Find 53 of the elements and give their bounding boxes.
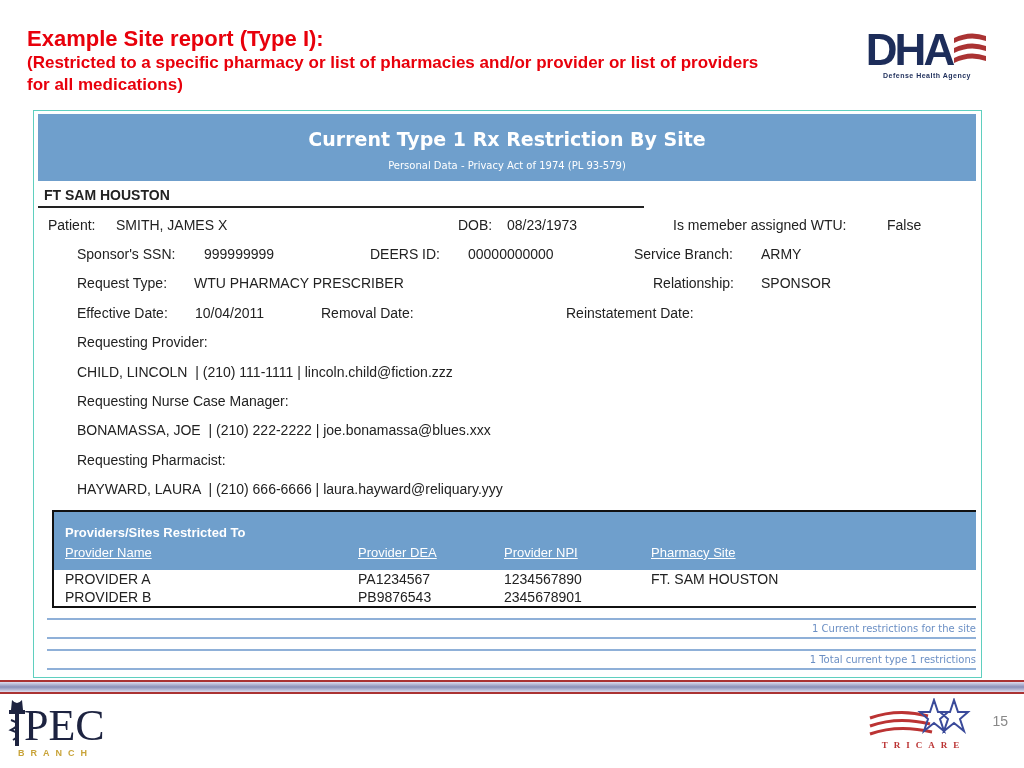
- field-value: 00000000000: [468, 246, 555, 263]
- table-cell-text: 1234567890: [504, 570, 583, 587]
- table-cell-text: PROVIDER B: [65, 588, 153, 605]
- field-label: DEERS ID:: [370, 246, 441, 263]
- field-value: SPONSOR: [761, 275, 831, 292]
- slide-title: Example Site report (Type I):: [27, 26, 325, 52]
- contact-heading: Requesting Nurse Case Manager:: [77, 393, 289, 410]
- field-label: Sponsor's SSN:: [77, 246, 177, 263]
- field-label: Removal Date:: [321, 304, 415, 321]
- table-cell-text: PA1234567: [358, 570, 432, 587]
- contact-details: CHILD, LINCOLN | (210) 111-1111 | lincoln.child@fiction.zzz: [77, 363, 453, 380]
- field-label: Request Type:: [77, 275, 169, 292]
- field-value: False: [887, 216, 922, 233]
- restriction-count: 1 Current restrictions for the site: [812, 622, 976, 634]
- column-header: Pharmacy Site: [651, 544, 737, 560]
- field-label: Reinstatement Date:: [566, 304, 694, 321]
- column-header: Provider NPI: [504, 544, 579, 560]
- report-title: Current Type 1 Rx Restriction By Site: [308, 128, 706, 150]
- field-value: 999999999: [204, 246, 276, 263]
- privacy-notice: Personal Data - Privacy Act of 1974 (PL 93-579): [388, 160, 626, 171]
- table-cell-text: FT. SAM HOUSTON: [651, 570, 780, 587]
- flag-stripes-icon: [954, 33, 987, 63]
- torch-icon: [9, 700, 25, 746]
- field-value: SMITH, JAMES X: [116, 216, 229, 233]
- page-number: 15: [992, 713, 1008, 729]
- table-cell-text: PROVIDER A: [65, 570, 152, 587]
- table-cell-text: 2345678901: [504, 588, 583, 605]
- table-title: Providers/Sites Restricted To: [65, 523, 247, 542]
- field-value: 08/23/1973: [507, 216, 579, 233]
- contact-heading: Requesting Pharmacist:: [77, 451, 226, 468]
- logo-tagline: BRANCH: [18, 748, 93, 758]
- logo-wordmark: TRICARE: [881, 740, 966, 750]
- field-label: Effective Date:: [77, 304, 169, 321]
- field-label: Service Branch:: [634, 246, 734, 263]
- site-name: FT SAM HOUSTON: [38, 181, 644, 208]
- logo-wordmark: PEC: [24, 704, 105, 748]
- stripes-and-stars-icon: [869, 698, 972, 736]
- contact-heading: Requesting Provider:: [77, 334, 208, 351]
- field-label: Is memeber assigned WTU:: [673, 216, 848, 233]
- contact-details: HAYWARD, LAURA | (210) 666-6666 | laura.hayward@reliquary.yyy: [77, 481, 503, 498]
- column-header: Provider Name: [65, 544, 153, 560]
- field-value: ARMY: [761, 246, 802, 263]
- contact-details: BONAMASSA, JOE | (210) 222-2222 | joe.bonamassa@blues.xxx: [77, 422, 491, 439]
- field-label: Patient:: [48, 216, 97, 233]
- field-label: DOB:: [458, 216, 494, 233]
- field-value: WTU PHARMACY PRESCRIBER: [194, 275, 405, 292]
- column-header: Provider DEA: [358, 544, 438, 560]
- logo-wordmark: DHA: [865, 28, 953, 72]
- field-value: 10/04/2011: [195, 304, 266, 321]
- slide-subtitle: (Restricted to a specific pharmacy or list of pharmacies and/or provider or list of providers for all medications): [27, 52, 760, 96]
- restriction-count: 1 Total current type 1 restrictions: [809, 653, 976, 665]
- table-cell-text: PB9876543: [358, 588, 433, 605]
- field-label: Relationship:: [653, 275, 735, 292]
